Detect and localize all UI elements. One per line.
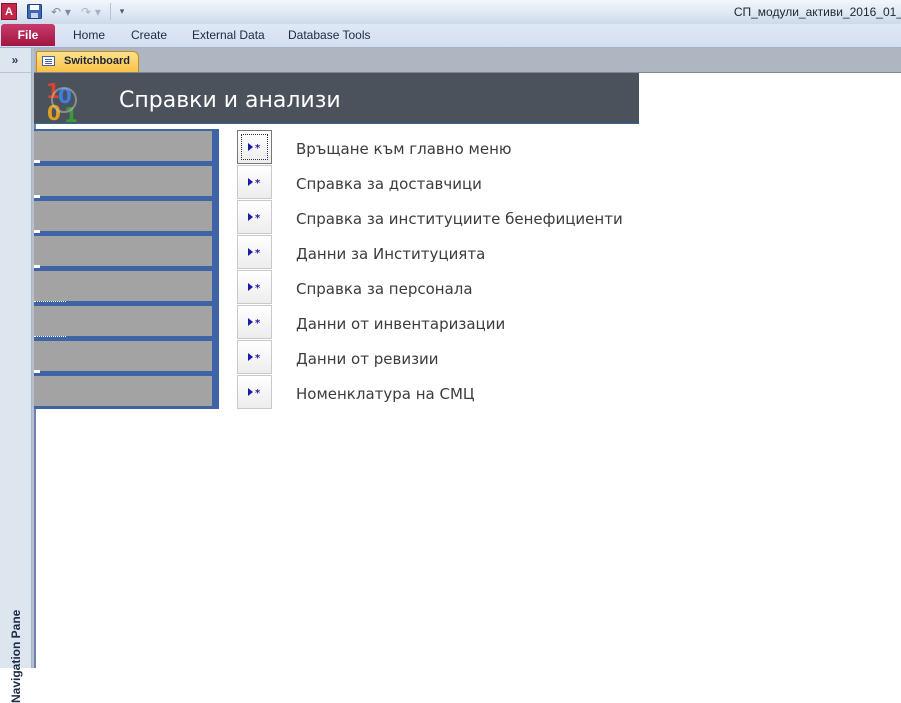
band-marker [34,230,40,233]
run-command-icon: * [247,178,261,187]
switchboard-side-panel [34,129,219,409]
switchboard-label-7[interactable]: Данни от ревизии [296,350,439,368]
switchboard-label-3[interactable]: Справка за институциите бенефициенти [296,210,623,228]
run-command-icon: * [247,283,261,292]
access-app-icon[interactable]: A [1,3,17,20]
band-marker [34,301,66,303]
customize-qat-icon[interactable]: ▾ [117,3,127,20]
form-icon [42,56,55,66]
switchboard-label-4[interactable]: Данни за Институцията [296,245,485,263]
redo-icon[interactable]: ↷ ▾ [80,3,102,20]
svg-text:*: * [255,178,261,187]
svg-text:*: * [255,388,261,397]
run-command-icon: * [247,213,261,222]
window-title: СП_модули_активи_2016_01_ [733,5,901,19]
form-title: Справки и анализи [119,88,341,113]
svg-text:1: 1 [64,103,78,124]
undo-icon[interactable]: ↶ ▾ [50,3,72,20]
side-band [34,376,212,406]
expand-nav-pane-button[interactable]: » [3,53,27,69]
title-bar: A ↶ ▾ ↷ ▾ ▾ СП_модули_активи_2016_01_ [0,0,901,24]
document-tab-strip: Switchboard [34,48,901,73]
run-command-icon: * [247,353,261,362]
switchboard-label-1[interactable]: Връщане към главно меню [296,140,512,158]
run-command-icon: * [247,388,261,397]
side-band [34,306,212,336]
side-band [34,341,212,371]
switchboard-button-1[interactable]: * [237,130,272,164]
run-command-icon: * [247,143,261,152]
tab-external-data[interactable]: External Data [192,28,265,42]
switchboard-button-6[interactable]: * [237,305,272,339]
run-command-icon: * [247,248,261,257]
switchboard-label-5[interactable]: Справка за персонала [296,280,473,298]
switchboard-label-2[interactable]: Справка за доставчици [296,175,482,193]
ribbon-tab-bar: File Home Create External Data Database … [0,24,901,48]
qat-separator [110,3,111,20]
form-header: 1 0 0 1 Справки и анализи [34,73,639,127]
navigation-pane[interactable]: » Navigation Pane [0,48,32,703]
switchboard-button-2[interactable]: * [237,165,272,199]
numbers-logo-icon: 1 0 0 1 [44,76,84,127]
tab-home[interactable]: Home [73,28,105,42]
switchboard-button-3[interactable]: * [237,200,272,234]
document-tab-label: Switchboard [64,55,131,67]
switchboard-label-8[interactable]: Номенклатура на СМЦ [296,385,475,403]
svg-text:0: 0 [47,101,61,124]
switchboard-button-4[interactable]: * [237,235,272,269]
tab-switchboard[interactable]: Switchboard [36,51,139,72]
svg-text:*: * [255,248,261,257]
navigation-pane-label[interactable]: Navigation Pane [9,610,23,703]
svg-text:*: * [255,213,261,222]
tab-database-tools[interactable]: Database Tools [288,28,371,42]
svg-text:*: * [255,318,261,327]
band-marker [34,160,40,163]
svg-text:*: * [255,283,261,292]
svg-text:*: * [255,143,261,152]
run-command-icon: * [247,318,261,327]
switchboard-button-8[interactable]: * [237,375,272,409]
band-marker [34,195,40,198]
tab-create[interactable]: Create [131,28,167,42]
side-band [34,271,212,301]
switchboard-button-7[interactable]: * [237,340,272,374]
side-band [34,131,212,161]
band-marker [34,370,40,373]
switchboard-label-6[interactable]: Данни от инвентаризации [296,315,505,333]
svg-text:*: * [255,353,261,362]
band-marker [34,265,40,268]
side-band [34,236,212,266]
band-marker [34,336,66,338]
save-icon[interactable] [27,3,42,20]
tab-file[interactable]: File [1,24,55,46]
side-band [34,201,212,231]
switchboard-button-5[interactable]: * [237,270,272,304]
nav-pane-divider [0,72,31,73]
side-band [34,166,212,196]
